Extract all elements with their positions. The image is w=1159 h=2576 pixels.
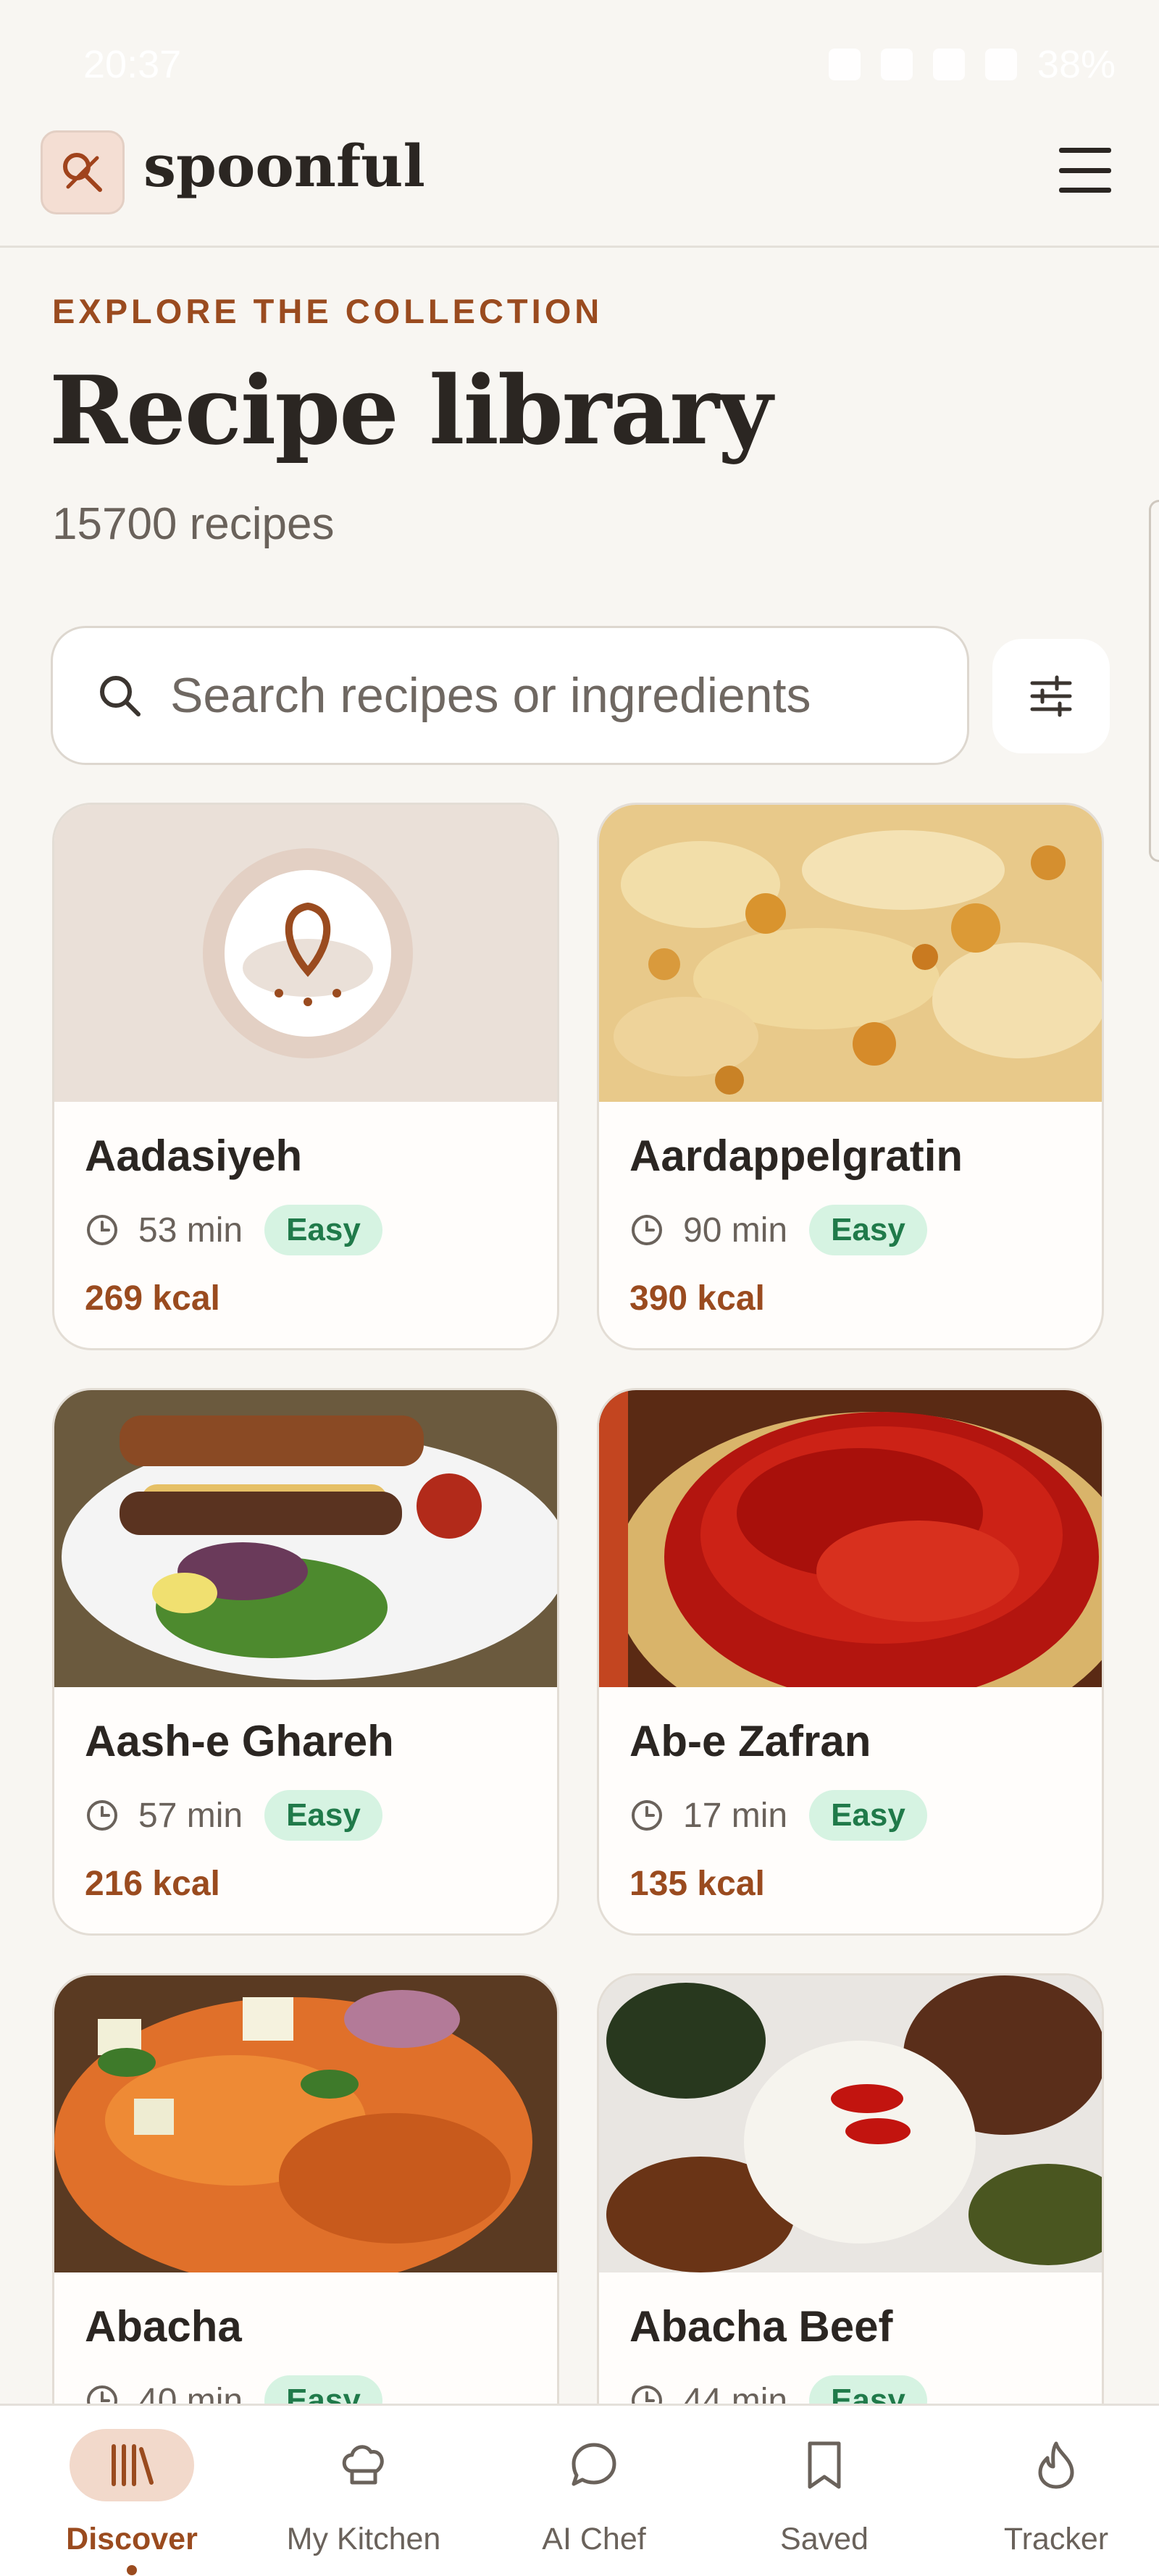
- saffron-threads-image: [599, 1390, 1102, 1745]
- menu-line: [1059, 148, 1111, 153]
- recipe-photo: [599, 1390, 1102, 1745]
- filter-button[interactable]: [992, 639, 1110, 753]
- search-input[interactable]: [170, 667, 931, 724]
- menu-button[interactable]: [1055, 142, 1116, 198]
- recipe-calories: 269 kcal: [85, 1279, 220, 1318]
- nav-label: AI Chef: [542, 2522, 646, 2556]
- recipe-photo-placeholder: [54, 805, 557, 1102]
- chef-hat-icon: [342, 2445, 384, 2485]
- nav-my-kitchen[interactable]: My Kitchen: [248, 2406, 480, 2576]
- recipe-meta: 53 min Easy: [85, 1205, 382, 1255]
- recipe-calories: 390 kcal: [629, 1279, 765, 1318]
- clock-icon: [632, 1215, 662, 1245]
- recipe-meta: 90 min Easy: [629, 1205, 927, 1255]
- recipe-photo: [54, 1975, 557, 2287]
- recipe-name: Aardappelgratin: [629, 1132, 963, 1180]
- recipe-meta: 57 min Easy: [85, 1790, 382, 1841]
- alarm-icon: [828, 49, 861, 80]
- status-bar: 20:37 38%: [0, 0, 1159, 123]
- section-eyebrow: EXPLORE THE COLLECTION: [52, 292, 603, 330]
- recipe-count: 15700 recipes: [52, 499, 335, 549]
- bookmark-icon: [808, 2441, 841, 2489]
- difficulty-badge: Easy: [809, 1790, 927, 1841]
- battery-level: 38%: [1037, 43, 1116, 86]
- clock-icon: [632, 1800, 662, 1831]
- recipe-name: Abacha: [85, 2302, 242, 2351]
- nav-tracker[interactable]: Tracker: [940, 2406, 1159, 2576]
- chat-bubble-icon: [572, 2443, 616, 2486]
- difficulty-badge: Easy: [264, 1205, 382, 1255]
- carrot-salad-image: [54, 1975, 557, 2287]
- nav-saved[interactable]: Saved: [708, 2406, 940, 2576]
- kebab-plate-image: [54, 1390, 557, 1687]
- nav-pill: [994, 2429, 1118, 2501]
- difficulty-badge: Easy: [264, 1790, 382, 1841]
- recipe-photo: [599, 805, 1102, 1102]
- sliders-icon: [1030, 675, 1072, 717]
- nav-label: Tracker: [1003, 2522, 1109, 2556]
- recipe-name: Ab-e Zafran: [629, 1717, 871, 1765]
- recipe-card[interactable]: Ab-e Zafran 17 min Easy 135 kcal: [597, 1388, 1104, 1936]
- nav-discover[interactable]: Discover: [16, 2406, 248, 2576]
- library-icon: [112, 2444, 154, 2486]
- search-bar[interactable]: [51, 626, 969, 765]
- page-title: Recipe library: [49, 355, 773, 466]
- recipe-calories: 216 kcal: [85, 1865, 220, 1903]
- potato-gratin-image: [599, 805, 1102, 1102]
- difficulty-badge: Easy: [809, 1205, 927, 1255]
- nav-label: Saved: [780, 2522, 869, 2556]
- recipe-calories: 135 kcal: [629, 1865, 765, 1903]
- bottom-navigation: Discover My Kitchen AI Chef Saved Tracke…: [0, 2404, 1159, 2576]
- mute-icon: [880, 49, 913, 80]
- nav-pill: [301, 2429, 426, 2501]
- scroll-indicator[interactable]: [1149, 500, 1159, 862]
- nav-active-pill: [70, 2429, 194, 2501]
- recipe-name: Aadasiyeh: [85, 1132, 303, 1180]
- clock-icon: [87, 1800, 117, 1831]
- active-indicator-dot: [127, 2565, 137, 2575]
- brand-name: spoonful: [143, 132, 425, 200]
- menu-line: [1059, 188, 1111, 193]
- recipe-time: 90 min: [683, 1210, 788, 1250]
- recipe-meta: 17 min Easy: [629, 1790, 927, 1841]
- app-logo[interactable]: [41, 130, 125, 214]
- spoon-logo-icon: [63, 153, 102, 192]
- recipe-time: 53 min: [138, 1210, 243, 1250]
- recipe-name: Aash-e Ghareh: [85, 1717, 394, 1765]
- nav-label: My Kitchen: [286, 2522, 441, 2556]
- nav-pill: [762, 2429, 887, 2501]
- clock-icon: [87, 1215, 117, 1245]
- menu-line: [1059, 167, 1111, 173]
- search-icon: [91, 666, 148, 724]
- recipe-card[interactable]: Aadasiyeh 53 min Easy 269 kcal: [52, 803, 559, 1350]
- nav-ai-chef[interactable]: AI Chef: [478, 2406, 710, 2576]
- recipe-time: 17 min: [683, 1796, 788, 1835]
- airplane-icon: [984, 49, 1017, 80]
- flame-icon: [1038, 2441, 1074, 2489]
- nav-label: Discover: [66, 2522, 198, 2556]
- recipe-time: 57 min: [138, 1796, 243, 1835]
- nav-pill: [532, 2429, 656, 2501]
- wifi-icon: [932, 49, 965, 80]
- status-icons: 38%: [828, 42, 1116, 87]
- rice-stew-image: [599, 1975, 1102, 2272]
- recipe-photo: [599, 1975, 1102, 2272]
- status-time: 20:37: [83, 43, 182, 86]
- recipe-name: Abacha Beef: [629, 2302, 893, 2351]
- dish-placeholder-icon: [203, 848, 413, 1058]
- recipe-card[interactable]: Aash-e Ghareh 57 min Easy 216 kcal: [52, 1388, 559, 1936]
- recipe-card[interactable]: Aardappelgratin 90 min Easy 390 kcal: [597, 803, 1104, 1350]
- recipe-photo: [54, 1390, 557, 1687]
